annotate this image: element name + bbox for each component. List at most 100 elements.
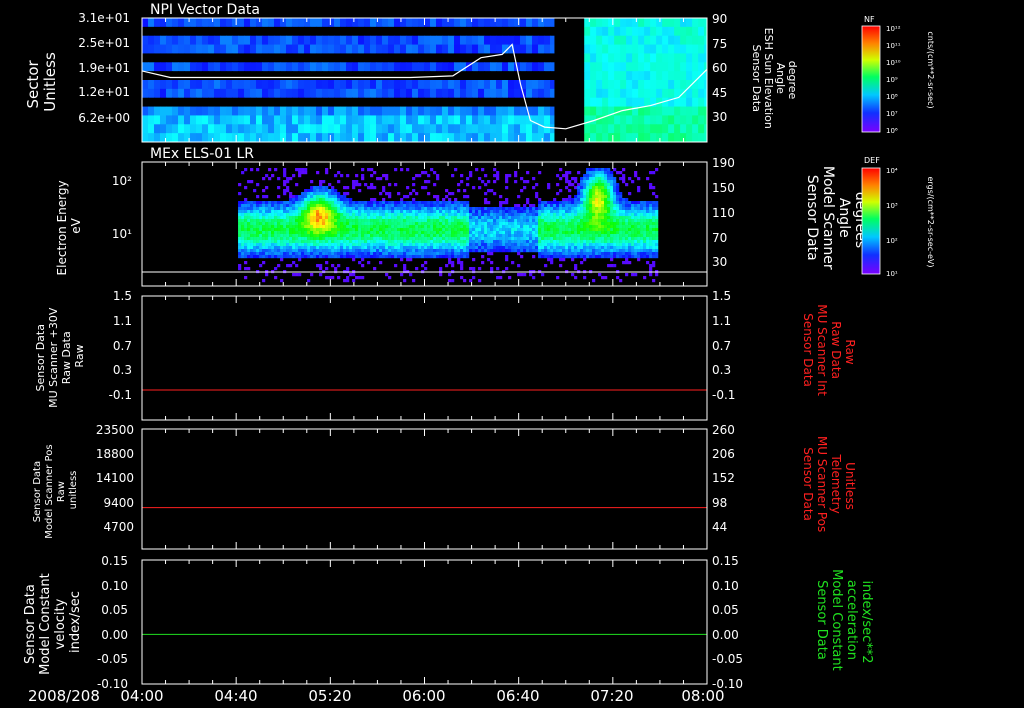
spectrogram-pixel [349, 243, 353, 247]
spectrogram-pixel [490, 228, 494, 232]
heatmap-cell [514, 133, 521, 142]
spectrogram-pixel [385, 201, 389, 205]
spectrogram-pixel [325, 171, 329, 175]
spectrogram-pixel [484, 201, 488, 205]
spectrogram-pixel [436, 240, 440, 244]
spectrogram-pixel [451, 192, 455, 196]
heatmap-cell [382, 115, 389, 125]
spectrogram-pixel [355, 228, 359, 232]
spectrogram-pixel [607, 198, 611, 202]
heatmap-cell [160, 88, 167, 99]
heatmap-cell [620, 35, 627, 46]
panel-a-right-tick: 75 [712, 37, 727, 51]
spectrogram-pixel [397, 228, 401, 232]
spectrogram-pixel [637, 258, 641, 262]
spectrogram-pixel [373, 216, 377, 220]
heatmap-cell [508, 133, 515, 142]
spectrogram-pixel [649, 207, 653, 211]
heatmap-cell [626, 53, 633, 63]
spectrogram-pixel [424, 231, 428, 235]
spectrogram-pixel [397, 219, 401, 223]
spectrogram-pixel [457, 261, 461, 265]
spectrogram-pixel [298, 252, 302, 256]
heatmap-cell [502, 53, 509, 63]
spectrogram-pixel [307, 198, 311, 202]
spectrogram-pixel [406, 168, 410, 172]
spectrogram-pixel [295, 255, 299, 259]
spectrogram-pixel [448, 216, 452, 220]
spectrogram-pixel [313, 231, 317, 235]
spectrogram-pixel [454, 255, 458, 259]
spectrogram-pixel [649, 267, 653, 271]
spectrogram-pixel [274, 201, 278, 205]
spectrogram-pixel [307, 237, 311, 241]
spectrogram-pixel [430, 240, 434, 244]
spectrogram-pixel [466, 207, 470, 211]
spectrogram-pixel [625, 219, 629, 223]
spectrogram-pixel [307, 246, 311, 250]
spectrogram-pixel [313, 189, 317, 193]
heatmap-cell [680, 124, 687, 134]
spectrogram-pixel [415, 210, 419, 214]
spectrogram-pixel [409, 240, 413, 244]
heatmap-cell [256, 26, 263, 37]
spectrogram-pixel [508, 174, 512, 178]
heatmap-cell [478, 124, 485, 134]
spectrogram-pixel [340, 225, 344, 229]
spectrogram-pixel [583, 228, 587, 232]
spectrogram-pixel [580, 228, 584, 232]
heatmap-cell [430, 71, 437, 81]
spectrogram-pixel [589, 174, 593, 178]
spectrogram-pixel [583, 249, 587, 253]
heatmap-cell [538, 35, 545, 46]
spectrogram-pixel [364, 228, 368, 232]
spectrogram-pixel [298, 228, 302, 232]
spectrogram-pixel [418, 231, 422, 235]
spectrogram-pixel [523, 246, 527, 250]
spectrogram-pixel [490, 237, 494, 241]
heatmap-cell [262, 71, 269, 81]
heatmap-cell [502, 26, 509, 37]
spectrogram-pixel [394, 207, 398, 211]
spectrogram-pixel [565, 225, 569, 229]
spectrogram-pixel [586, 186, 590, 190]
spectrogram-pixel [358, 210, 362, 214]
spectrogram-pixel [469, 210, 473, 214]
spectrogram-pixel [304, 213, 308, 217]
panel-scanner-position: 23500 18800 14100 9400 4700 260 206 152 … [32, 423, 857, 550]
heatmap-cell [614, 62, 621, 72]
spectrogram-pixel [355, 222, 359, 226]
spectrogram-pixel [316, 198, 320, 202]
spectrogram-pixel [397, 237, 401, 241]
spectrogram-pixel [319, 195, 323, 199]
heatmap-cell [400, 97, 407, 108]
spectrogram-pixel [448, 228, 452, 232]
heatmap-cell [214, 124, 221, 134]
spectrogram-pixel [280, 210, 284, 214]
spectrogram-pixel [367, 201, 371, 205]
heatmap-cell [526, 124, 533, 134]
spectrogram-pixel [244, 213, 248, 217]
heatmap-cell [508, 124, 515, 134]
heatmap-cell [292, 62, 299, 72]
heatmap-cell [608, 115, 615, 125]
spectrogram-pixel [601, 213, 605, 217]
heatmap-cell [160, 124, 167, 134]
heatmap-cell [478, 71, 485, 81]
spectrogram-pixel [568, 246, 572, 250]
spectrogram-pixel [508, 225, 512, 229]
spectrogram-pixel [607, 231, 611, 235]
spectrogram-pixel [349, 246, 353, 250]
spectrogram-pixel [481, 219, 485, 223]
spectrogram-pixel [583, 216, 587, 220]
spectrogram-pixel [355, 246, 359, 250]
heatmap-cell [668, 35, 675, 46]
heatmap-cell [274, 35, 281, 46]
spectrogram-pixel [634, 210, 638, 214]
heatmap-cell [370, 97, 377, 108]
spectrogram-pixel [310, 180, 314, 184]
heatmap-cell [370, 71, 377, 81]
heatmap-cell [638, 62, 645, 72]
spectrogram-pixel [337, 195, 341, 199]
spectrogram-pixel [616, 204, 620, 208]
